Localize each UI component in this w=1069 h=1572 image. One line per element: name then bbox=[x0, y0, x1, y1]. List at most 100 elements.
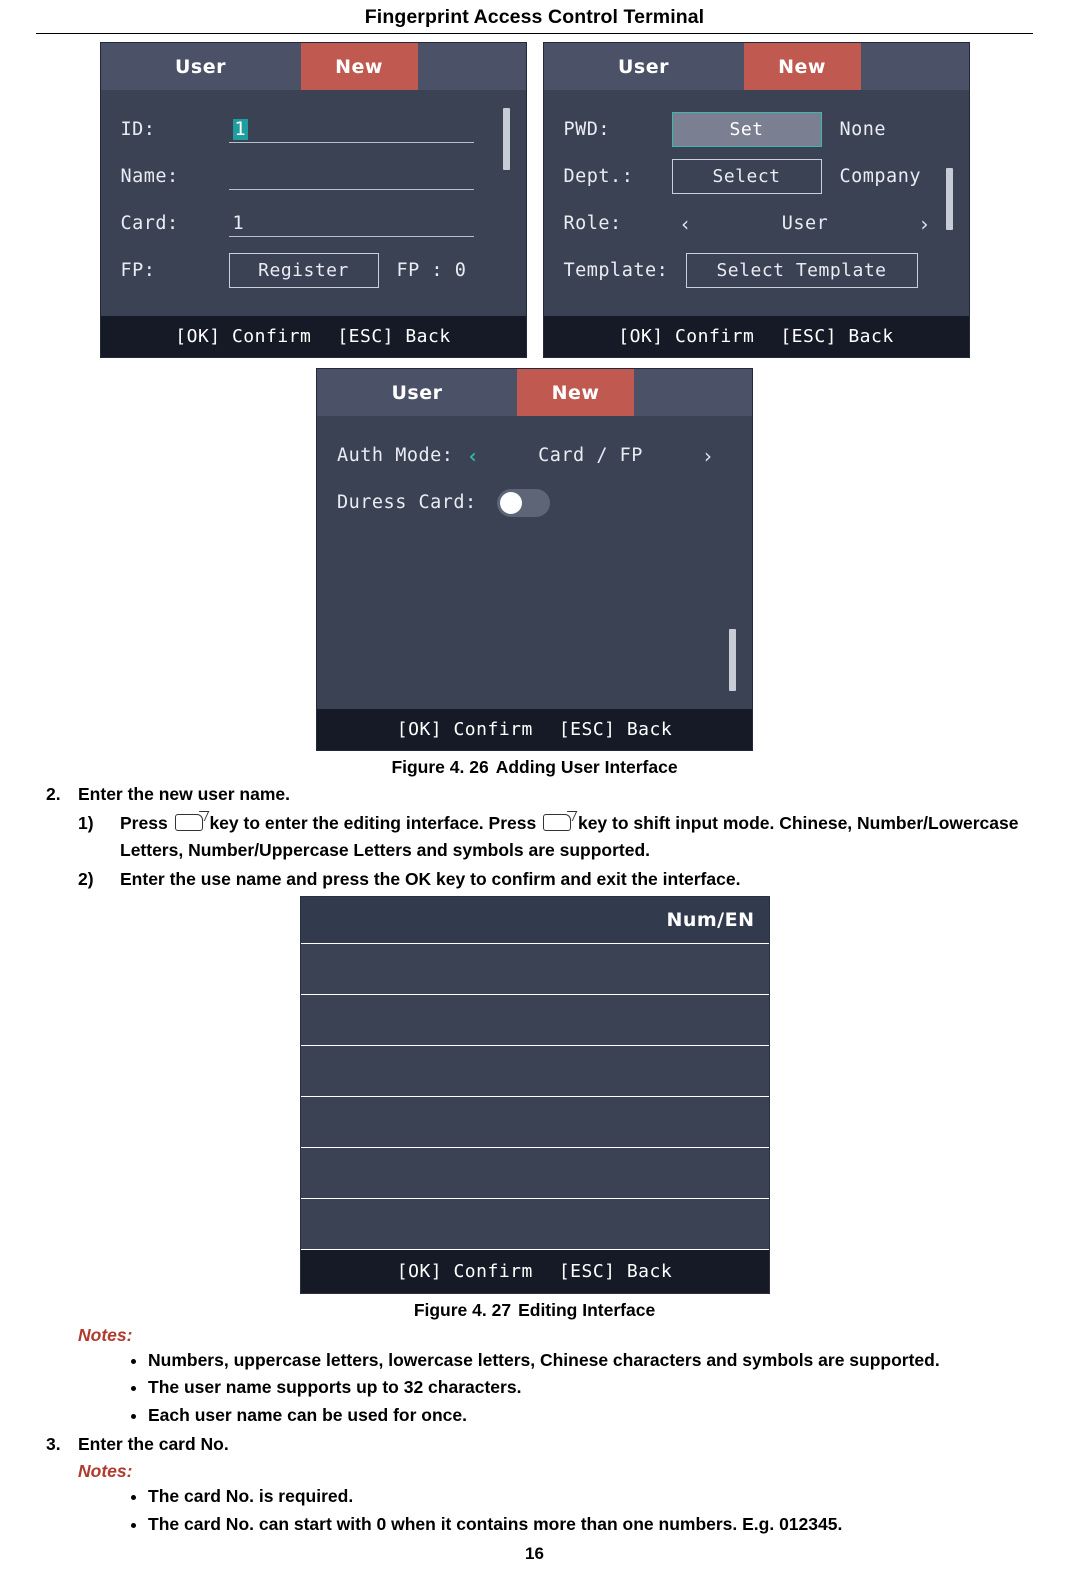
screen3-footer-esc[interactable]: [ESC] Back bbox=[559, 719, 672, 740]
screen2-tab-empty bbox=[861, 43, 969, 90]
screen1-tab-user[interactable]: User bbox=[101, 43, 301, 90]
screen3-tab-new[interactable]: New bbox=[517, 369, 634, 416]
substep-2-marker: 2) bbox=[78, 868, 94, 889]
screen2-dept-value: Company bbox=[839, 166, 921, 187]
screen1-field-id[interactable]: ID: 1 bbox=[101, 106, 526, 153]
screen2-pwd-value: None bbox=[839, 119, 887, 140]
screen1-label-fp: FP: bbox=[120, 260, 156, 281]
kbd-mode-bar: Num/EN bbox=[300, 897, 769, 944]
figure-26-caption: Figure 4. 26 Adding User Interface bbox=[36, 757, 1033, 778]
screen1-footer-ok[interactable]: [OK] Confirm bbox=[175, 326, 311, 347]
notes-1-item: The user name supports up to 32 characte… bbox=[148, 1374, 1033, 1400]
device-screens-row: User New ID: 1 Name: Card: 1 FP: Registe… bbox=[36, 42, 1033, 358]
chevron-right-icon[interactable]: › bbox=[911, 212, 939, 236]
notes-2-list: The card No. is required. The card No. c… bbox=[36, 1483, 1033, 1537]
kbd-footer-ok[interactable]: [OK] Confirm bbox=[397, 1261, 533, 1282]
page-number: 16 bbox=[525, 1544, 544, 1563]
substep-1-part2: key to enter the editing interface. Pres… bbox=[209, 813, 537, 834]
screen1-field-name[interactable]: Name: bbox=[101, 153, 526, 200]
device-screen-add-user-2: User New PWD: Set None Dept.: Select Com… bbox=[542, 42, 970, 358]
toggle-knob bbox=[500, 491, 522, 514]
step-2-text: Enter the new user name. bbox=[78, 784, 291, 804]
step-2: 2. Enter the new user name. bbox=[36, 782, 1033, 807]
screen2-select-template-button[interactable]: Select Template bbox=[685, 253, 918, 288]
screen1-footer-esc[interactable]: [ESC] Back bbox=[337, 326, 450, 347]
substep-1-text: Press key to enter the editing interface… bbox=[120, 810, 1033, 863]
document-page: Fingerprint Access Control Terminal User… bbox=[0, 0, 1069, 1572]
step-2-marker: 2. bbox=[46, 784, 61, 804]
kbd-row-3[interactable] bbox=[300, 1045, 769, 1097]
screen1-register-button[interactable]: Register bbox=[228, 253, 379, 288]
screen2-field-pwd[interactable]: PWD: Set None bbox=[544, 106, 969, 153]
screen3-field-duress-card[interactable]: Duress Card: bbox=[317, 479, 752, 526]
screen1-input-name[interactable] bbox=[228, 163, 474, 190]
device-screen-add-user-3: User New Auth Mode: ‹ Card / FP › Duress… bbox=[316, 368, 753, 751]
substep-1-part1: Press bbox=[120, 813, 168, 834]
kbd-row-2[interactable] bbox=[300, 994, 769, 1046]
notes-1-list: Numbers, uppercase letters, lowercase le… bbox=[36, 1347, 1033, 1428]
screen3-auth-selector[interactable]: ‹ Card / FP › bbox=[459, 444, 722, 468]
notes-2-item: The card No. can start with 0 when it co… bbox=[148, 1511, 1033, 1537]
screen3-body: Auth Mode: ‹ Card / FP › Duress Card: bbox=[317, 416, 752, 709]
screen2-set-button[interactable]: Set bbox=[671, 112, 822, 147]
screen2-select-button[interactable]: Select bbox=[671, 159, 822, 194]
screen2-label-pwd: PWD: bbox=[563, 119, 611, 140]
screen2-footer-esc[interactable]: [ESC] Back bbox=[780, 326, 893, 347]
notes-1-label: Notes: bbox=[78, 1325, 133, 1346]
step-3: 3. Enter the card No. bbox=[36, 1432, 1033, 1457]
screen3-footer-ok[interactable]: [OK] Confirm bbox=[397, 719, 533, 740]
screen2-tabbar: User New bbox=[543, 43, 969, 90]
kbd-row-5[interactable] bbox=[300, 1147, 769, 1199]
substep-1: 1) Press key to enter the editing interf… bbox=[36, 810, 1033, 863]
screen2-footer-ok[interactable]: [OK] Confirm bbox=[618, 326, 754, 347]
screen1-value-id: 1 bbox=[232, 118, 249, 140]
kbd-row-6[interactable] bbox=[300, 1198, 769, 1250]
kbd-row-4[interactable] bbox=[300, 1096, 769, 1148]
kbd-mode-label: Num/EN bbox=[666, 909, 755, 932]
chevron-right-icon[interactable]: › bbox=[694, 444, 722, 468]
screen2-role-selector[interactable]: ‹ User › bbox=[672, 212, 939, 236]
device-screen-add-user-1: User New ID: 1 Name: Card: 1 FP: Registe… bbox=[99, 42, 527, 358]
screen3-label-duress-card: Duress Card: bbox=[337, 492, 477, 513]
screen2-field-template[interactable]: Template: Select Template bbox=[544, 247, 969, 294]
substep-1-marker: 1) bbox=[78, 813, 94, 834]
screen3-auth-value: Card / FP bbox=[538, 445, 643, 466]
screen2-scrollbar[interactable] bbox=[945, 168, 953, 230]
kbd-footer-esc[interactable]: [ESC] Back bbox=[559, 1261, 672, 1282]
screen2-role-value: User bbox=[781, 213, 829, 234]
screen3-tab-user[interactable]: User bbox=[317, 369, 517, 416]
screen3-label-auth-mode: Auth Mode: bbox=[337, 445, 454, 466]
screen1-fp-count: FP : 0 bbox=[396, 260, 467, 281]
notes-2-label: Notes: bbox=[78, 1461, 133, 1482]
screen2-footer: [OK] Confirm [ESC] Back bbox=[543, 316, 969, 357]
screen1-body: ID: 1 Name: Card: 1 FP: Register FP : 0 bbox=[101, 90, 526, 316]
screen3-tab-empty bbox=[634, 369, 752, 416]
key-icon bbox=[174, 814, 203, 832]
screen2-field-role[interactable]: Role: ‹ User › bbox=[544, 200, 969, 247]
screen1-scrollbar[interactable] bbox=[502, 108, 510, 170]
screen3-tabbar: User New bbox=[317, 369, 752, 416]
figure-26-title: Adding User Interface bbox=[495, 757, 678, 777]
screen2-tab-user[interactable]: User bbox=[544, 43, 744, 90]
screen3-field-auth-mode[interactable]: Auth Mode: ‹ Card / FP › bbox=[317, 432, 752, 479]
screen1-tab-new[interactable]: New bbox=[300, 43, 418, 90]
header-divider bbox=[36, 33, 1033, 34]
notes-1-item: Numbers, uppercase letters, lowercase le… bbox=[148, 1347, 1033, 1373]
chevron-left-icon[interactable]: ‹ bbox=[672, 212, 700, 236]
screen1-input-card[interactable]: 1 bbox=[228, 210, 474, 237]
screen2-field-dept[interactable]: Dept.: Select Company bbox=[544, 153, 969, 200]
chevron-left-icon[interactable]: ‹ bbox=[459, 444, 487, 468]
step-3-text: Enter the card No. bbox=[78, 1433, 229, 1454]
screen1-field-fp[interactable]: FP: Register FP : 0 bbox=[101, 247, 526, 294]
notes-2-item: The card No. is required. bbox=[148, 1483, 1033, 1509]
screen3-scrollbar[interactable] bbox=[729, 629, 736, 691]
screen2-tab-new[interactable]: New bbox=[743, 43, 861, 90]
kbd-row-1[interactable] bbox=[300, 943, 769, 995]
screen1-input-id[interactable]: 1 bbox=[228, 116, 474, 143]
screen1-tabbar: User New bbox=[100, 43, 526, 90]
screen1-field-card[interactable]: Card: 1 bbox=[101, 200, 526, 247]
screen3-footer: [OK] Confirm [ESC] Back bbox=[317, 709, 752, 750]
screen1-label-card: Card: bbox=[120, 213, 179, 234]
figure-27-number: Figure 4. 27 bbox=[413, 1300, 512, 1321]
duress-card-toggle[interactable] bbox=[497, 488, 550, 517]
